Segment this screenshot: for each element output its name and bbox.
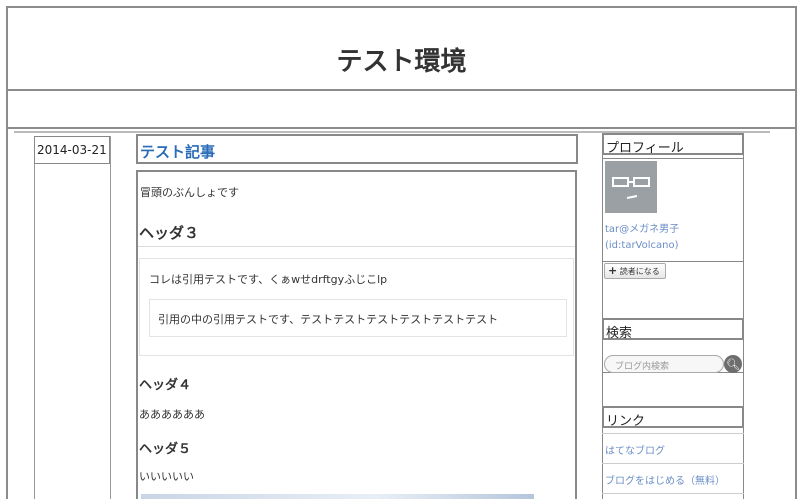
header-subbar: [8, 91, 795, 129]
link-divider: [602, 493, 744, 494]
search-icon: 🔍︎: [726, 357, 740, 371]
subscribe-button[interactable]: + 読者になる: [604, 263, 666, 279]
heading-4: ヘッダ４: [139, 378, 192, 393]
profile-id-link[interactable]: (id:tarVolcano): [605, 240, 679, 251]
entry-title-link[interactable]: テスト記事: [140, 141, 215, 162]
entry-title-box: テスト記事: [136, 134, 578, 164]
heading-5: ヘッダ５: [139, 442, 192, 457]
entry-content: 冒頭のぶんしょです ヘッダ３ コレは引用テストです、くぁwせdrftgyふじこl…: [136, 170, 577, 499]
subscribe-label: 読者になる: [619, 267, 660, 276]
blog-title[interactable]: テスト環境: [336, 19, 466, 78]
entry-date[interactable]: 2014-03-21: [34, 136, 110, 164]
entry-image: [141, 494, 534, 499]
links-heading: リンク: [602, 406, 744, 429]
profile-name-link[interactable]: tar@メガネ男子: [605, 220, 679, 235]
heading-rule: [138, 246, 575, 247]
plus-icon: +: [608, 264, 618, 277]
search-heading: 検索: [602, 318, 744, 341]
entry-intro: 冒頭のぶんしょです: [140, 186, 239, 199]
link-divider: [602, 463, 744, 464]
paragraph-5: いいいいい: [139, 470, 194, 483]
date-column-border: [34, 164, 35, 499]
blockquote: コレは引用テストです、くぁwせdrftgyふじこlp 引用の中の引用テストです、…: [139, 258, 574, 356]
heading-3: ヘッダ３: [139, 224, 200, 242]
nested-blockquote: 引用の中の引用テストです、テストテストテストテストテストテスト: [149, 299, 567, 337]
date-column-border: [110, 136, 111, 499]
quote-text: コレは引用テストです、くぁwせdrftgyふじこlp: [149, 273, 388, 286]
blog-search-input[interactable]: ブログ内検索: [604, 355, 724, 373]
avatar-glasses-icon: [605, 161, 657, 213]
profile-heading: プロフィール: [602, 133, 744, 156]
blog-header: テスト環境: [8, 8, 795, 91]
link-start-blog[interactable]: ブログをはじめる（無料）: [605, 472, 725, 487]
link-hatena-blog[interactable]: はてなブログ: [605, 442, 665, 457]
link-divider: [602, 433, 744, 434]
profile-avatar[interactable]: [605, 161, 657, 213]
paragraph-4: ああああああ: [139, 408, 205, 421]
search-button[interactable]: 🔍︎: [724, 355, 742, 373]
